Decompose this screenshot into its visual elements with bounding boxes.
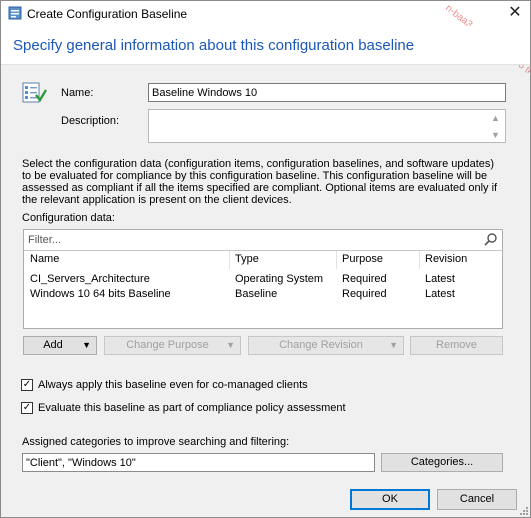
filter-bar[interactable]: Filter... (24, 230, 502, 251)
column-divider (419, 251, 420, 269)
remove-button[interactable]: Remove (410, 336, 503, 355)
change-revision-button[interactable]: Change Revision ▼ (248, 336, 404, 355)
dropdown-arrow-icon: ▼ (389, 340, 398, 350)
name-label: Name: (61, 87, 94, 99)
column-header-purpose[interactable]: Purpose (342, 253, 383, 265)
categories-field: "Client", "Windows 10" (22, 453, 375, 472)
name-value: Baseline Windows 10 (152, 87, 258, 99)
categories-value: "Client", "Windows 10" (26, 457, 136, 469)
row-type: Baseline (235, 288, 278, 300)
description-label: Description: (61, 115, 120, 127)
row-name: CI_Servers_Architecture (30, 273, 150, 285)
categories-button[interactable]: Categories... (381, 453, 503, 472)
row-purpose: Required (342, 288, 387, 300)
always-apply-checkbox[interactable]: ✓ (21, 379, 33, 391)
change-revision-label: Change Revision (279, 339, 363, 351)
add-button-label: Add (43, 339, 63, 351)
name-field[interactable]: Baseline Windows 10 (148, 83, 506, 102)
always-apply-label[interactable]: Always apply this baseline even for co-m… (38, 379, 308, 391)
column-header-name[interactable]: Name (30, 253, 59, 265)
row-purpose: Required (342, 273, 387, 285)
config-data-grid[interactable]: Filter... Name Type Purpose Revision CI_… (23, 229, 503, 329)
config-data-label: Configuration data: (22, 212, 115, 224)
column-header-type[interactable]: Type (235, 253, 259, 265)
wizard-header: Specify general information about this c… (1, 26, 530, 65)
wizard-checklist-icon (22, 82, 47, 103)
row-revision: Latest (425, 273, 455, 285)
row-revision: Latest (425, 288, 455, 300)
categories-label: Assigned categories to improve searching… (22, 436, 290, 448)
dialog-window: Create Configuration Baseline ✕ n-baa3-e… (0, 0, 531, 518)
column-divider (336, 251, 337, 269)
checkbox-check-icon: ✓ (22, 402, 32, 413)
checkbox-check-icon: ✓ (22, 379, 32, 390)
page-heading: Specify general information about this c… (13, 37, 415, 54)
column-header-revision[interactable]: Revision (425, 253, 467, 265)
row-name: Windows 10 64 bits Baseline (30, 288, 171, 300)
scroll-down-icon[interactable]: ▼ (491, 130, 500, 140)
dropdown-arrow-icon: ▼ (82, 340, 91, 350)
evaluate-compliance-label[interactable]: Evaluate this baseline as part of compli… (38, 402, 346, 414)
column-divider (229, 251, 230, 269)
description-field[interactable]: ▲ ▼ (148, 109, 506, 143)
filter-input[interactable]: Filter... (28, 234, 61, 246)
dropdown-arrow-icon: ▼ (226, 340, 235, 350)
window-title: Create Configuration Baseline (27, 7, 188, 21)
add-button[interactable]: Add ▼ (23, 336, 97, 355)
evaluate-compliance-checkbox[interactable]: ✓ (21, 402, 33, 414)
change-purpose-label: Change Purpose (126, 339, 209, 351)
row-type: Operating System (235, 273, 324, 285)
ok-button[interactable]: OK (350, 489, 430, 510)
change-purpose-button[interactable]: Change Purpose ▼ (104, 336, 241, 355)
scroll-up-icon[interactable]: ▲ (491, 113, 500, 123)
app-icon (8, 6, 22, 20)
size-grip-icon[interactable] (519, 506, 529, 516)
cancel-button[interactable]: Cancel (437, 489, 517, 510)
search-icon[interactable] (483, 232, 498, 247)
description-scrollbar[interactable]: ▲ ▼ (489, 111, 504, 141)
info-text: Select the configuration data (configura… (22, 158, 498, 206)
